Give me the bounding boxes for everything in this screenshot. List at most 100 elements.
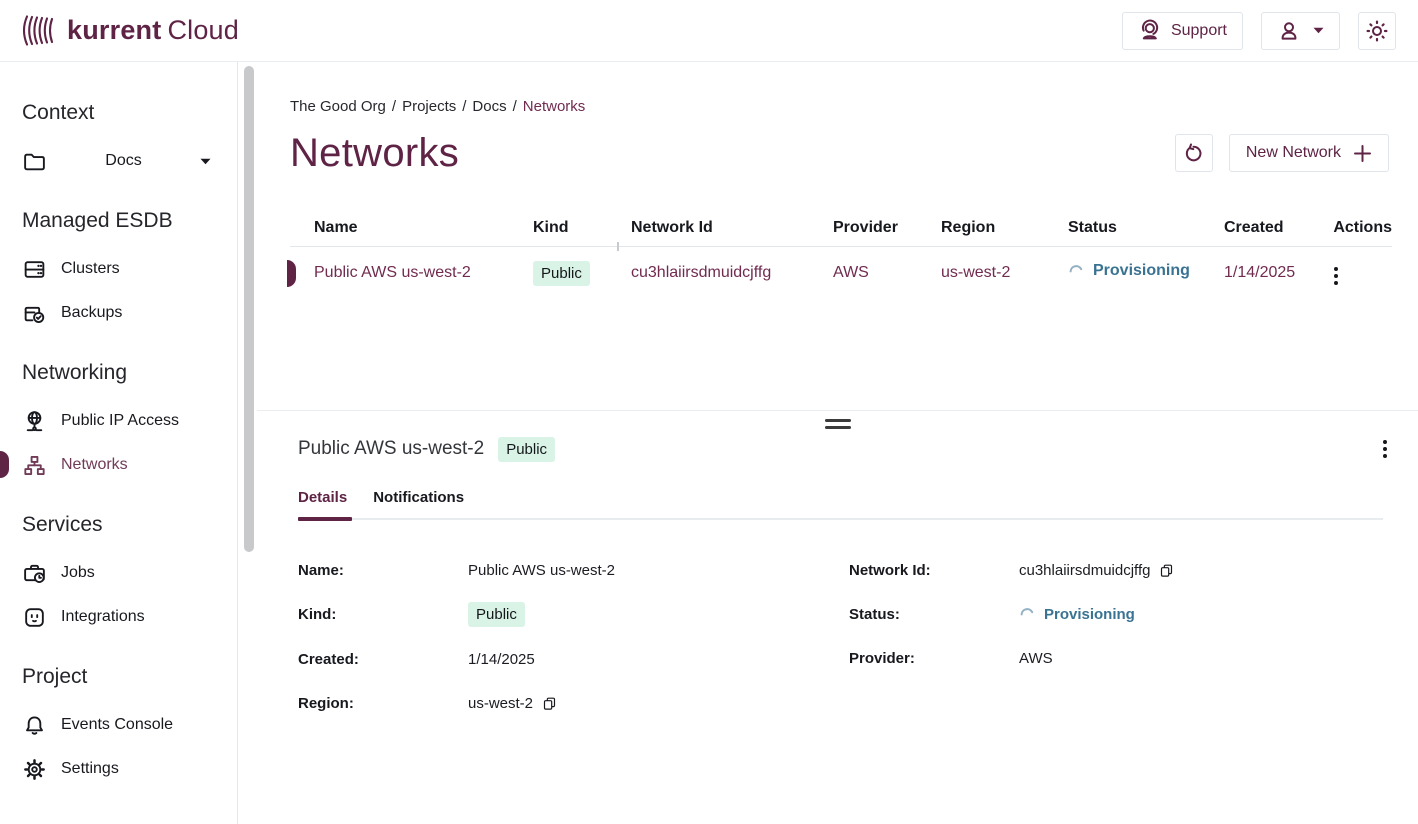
user-menu-button[interactable] [1261, 12, 1340, 50]
logo-wordmark: kurrentCloud [67, 15, 239, 46]
breadcrumb-separator: / [513, 98, 517, 115]
row-actions-kebab-icon[interactable] [1330, 263, 1342, 289]
breadcrumb-projects[interactable]: Projects [402, 98, 456, 115]
logo-brand-text: kurrent [67, 15, 161, 45]
cell-created: 1/14/2025 [1224, 264, 1330, 282]
caret-down-icon [200, 158, 211, 165]
sidebar-scrollbar[interactable] [244, 66, 254, 552]
folder-icon [22, 149, 47, 174]
main-content: The Good Org / Projects / Docs / Networks Netw… [257, 62, 1418, 824]
field-label: Network Id: [849, 562, 1019, 579]
field-label: Name: [298, 562, 468, 579]
status-cell: Provisioning [1019, 606, 1135, 623]
table-row[interactable]: Public AWS us-west-2 Public cu3hlaiirsdm… [257, 247, 1418, 299]
project-context-selector[interactable]: Docs [22, 139, 237, 183]
copy-icon[interactable] [1159, 563, 1174, 578]
sidebar-item-label: Networks [61, 456, 128, 474]
sidebar-heading-networking: Networking [22, 361, 237, 385]
sun-icon [1365, 19, 1389, 43]
field-region: Region: us-west-2 [298, 691, 849, 715]
refresh-button[interactable] [1175, 134, 1213, 172]
breadcrumb-separator: / [462, 98, 466, 115]
table-header-row: Name Kind Network Id Provider Region Sta… [257, 209, 1418, 247]
cell-network-id: cu3hlaiirsdmuidcjffg [631, 264, 833, 282]
breadcrumb-project[interactable]: Docs [472, 98, 506, 115]
detail-actions-kebab-icon[interactable] [1379, 436, 1391, 462]
sidebar-item-label: Backups [61, 304, 122, 322]
field-label: Region: [298, 695, 468, 712]
outlet-icon [22, 605, 47, 630]
tab-notifications[interactable]: Notifications [373, 489, 464, 506]
status-text: Provisioning [1093, 262, 1190, 280]
detail-tabs: Details Notifications [298, 489, 1383, 520]
sidebar-item-label: Events Console [61, 716, 173, 734]
sidebar-heading-services: Services [22, 513, 237, 537]
globe-icon [22, 409, 47, 434]
tab-details[interactable]: Details [298, 489, 347, 506]
sidebar-heading-project: Project [22, 665, 237, 689]
sidebar-item-label: Integrations [61, 608, 145, 626]
chevron-down-icon [1313, 27, 1324, 34]
active-item-indicator [0, 451, 9, 478]
briefcase-clock-icon [22, 561, 47, 586]
theme-toggle-button[interactable] [1358, 12, 1396, 50]
spinner-icon [1019, 606, 1035, 622]
sidebar-item-integrations[interactable]: Integrations [22, 595, 237, 639]
field-provider: Provider: AWS [849, 646, 1418, 670]
sidebar-item-label: Jobs [61, 564, 95, 582]
sidebar-item-clusters[interactable]: Clusters [22, 247, 237, 291]
breadcrumb-separator: / [392, 98, 396, 115]
breadcrumb-org[interactable]: The Good Org [290, 98, 386, 115]
kurrent-cloud-logo[interactable]: kurrentCloud [20, 15, 239, 46]
cell-name[interactable]: Public AWS us-west-2 [314, 264, 533, 282]
panel-resize-handle[interactable] [825, 419, 851, 429]
network-detail-panel: Public AWS us-west-2 Public Details Noti… [257, 433, 1418, 715]
context-selected-value: Docs [47, 152, 200, 170]
col-header-status[interactable]: Status [1068, 219, 1224, 237]
sidebar-heading-context: Context [22, 101, 237, 125]
support-button[interactable]: Support [1122, 12, 1243, 50]
col-header-provider[interactable]: Provider [833, 219, 941, 237]
backups-icon [22, 301, 47, 326]
col-header-region[interactable]: Region [941, 219, 1068, 237]
field-status: Status: Provisioning [849, 602, 1418, 626]
support-label: Support [1171, 22, 1227, 40]
status-cell: Provisioning [1068, 262, 1190, 280]
networks-icon [22, 453, 47, 478]
plus-icon [1353, 144, 1372, 163]
sidebar-item-jobs[interactable]: Jobs [22, 551, 237, 595]
clusters-icon [22, 257, 47, 282]
sidebar-item-backups[interactable]: Backups [22, 291, 237, 335]
col-header-kind[interactable]: Kind [533, 219, 631, 237]
networks-table: Name Kind Network Id Provider Region Sta… [257, 209, 1418, 410]
sidebar-item-public-ip-access[interactable]: Public IP Access [22, 399, 237, 443]
col-header-actions: Actions [1330, 219, 1392, 237]
detail-fields: Name: Public AWS us-west-2 Kind: Public … [298, 558, 1418, 715]
col-header-created[interactable]: Created [1224, 219, 1330, 237]
refresh-icon [1182, 142, 1205, 165]
detail-kind-badge: Public [498, 437, 555, 462]
cell-region: us-west-2 [941, 264, 1068, 282]
breadcrumb-current: Networks [523, 98, 586, 115]
sidebar-item-networks[interactable]: Networks [22, 443, 237, 487]
new-network-button[interactable]: New Network [1229, 134, 1389, 172]
field-value: AWS [1019, 650, 1053, 667]
sidebar-item-events-console[interactable]: Events Console [22, 703, 237, 747]
field-value: cu3hlaiirsdmuidcjffg [1019, 562, 1150, 579]
field-label: Kind: [298, 606, 468, 623]
gear-icon [22, 757, 47, 782]
field-value: us-west-2 [468, 695, 533, 712]
field-value: Public AWS us-west-2 [468, 562, 615, 579]
copy-icon[interactable] [542, 696, 557, 711]
sidebar-item-label: Clusters [61, 260, 120, 278]
col-header-network-id[interactable]: Network Id [631, 219, 833, 237]
top-header: kurrentCloud Support [0, 0, 1418, 62]
sidebar: Context Docs Managed ESDB [0, 62, 257, 824]
spinner-icon [1068, 263, 1084, 279]
col-header-name[interactable]: Name [314, 219, 533, 237]
sidebar-item-settings[interactable]: Settings [22, 747, 237, 791]
active-tab-underline [298, 517, 352, 521]
selected-row-indicator [287, 260, 296, 287]
user-icon [1277, 19, 1301, 43]
field-value: 1/14/2025 [468, 651, 535, 668]
